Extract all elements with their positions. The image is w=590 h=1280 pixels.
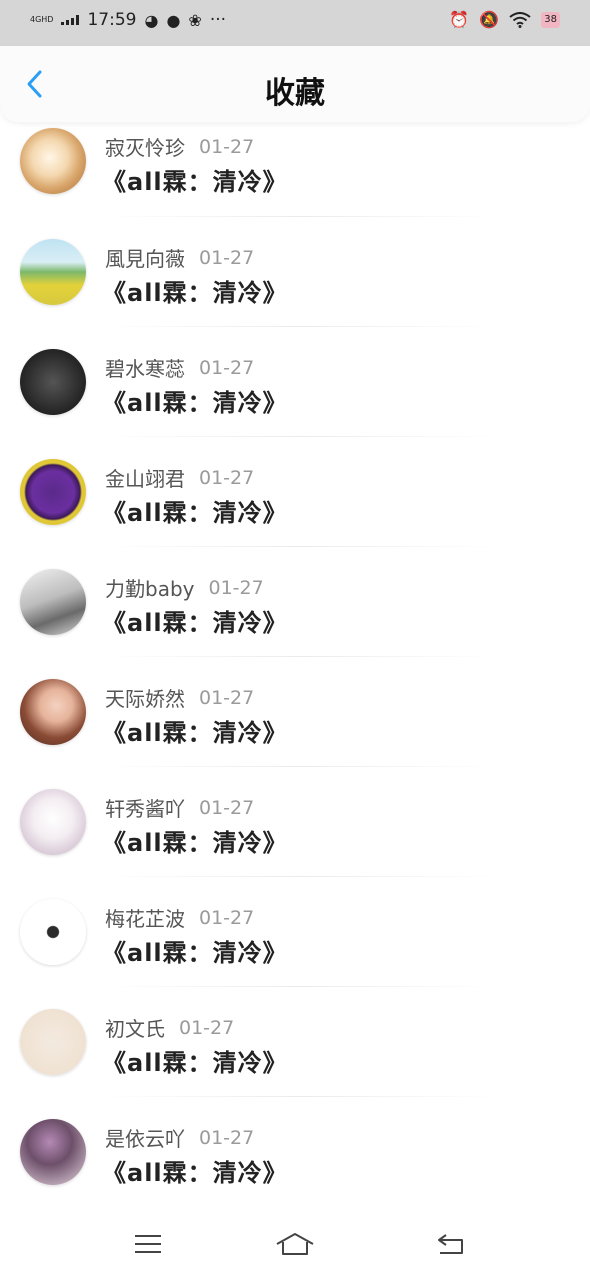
status-left: 4GHD 17:59 ◕ ● ❀ ··· [30, 10, 226, 30]
author-name: 碧水寒蕊 [105, 357, 185, 381]
story-title: 《all霖：清冷》 [102, 719, 288, 747]
favorite-date: 01-27 [199, 246, 255, 269]
author-name: 梅花芷波 [105, 907, 185, 931]
avatar[interactable] [20, 679, 86, 745]
author-name: 寂灭怜珍 [105, 136, 185, 160]
avatar[interactable] [20, 239, 86, 305]
page-title: 收藏 [265, 76, 325, 111]
favorite-date: 01-27 [199, 686, 255, 709]
story-title: 《all霖：清冷》 [102, 1159, 288, 1187]
author-name: 風見向薇 [105, 247, 185, 271]
favorite-date: 01-27 [179, 1016, 235, 1039]
avatar[interactable] [20, 128, 86, 194]
status-right: ⏰ 🔕 38 [449, 10, 560, 29]
menu-button[interactable] [128, 1228, 168, 1260]
favorite-date: 01-27 [199, 466, 255, 489]
status-bar: 4GHD 17:59 ◕ ● ❀ ··· ⏰ 🔕 38 [0, 0, 590, 46]
signal-icon [61, 15, 80, 25]
back-nav-button[interactable] [430, 1228, 470, 1260]
story-title: 《all霖：清冷》 [102, 168, 288, 196]
network-type: 4GHD [30, 15, 54, 24]
list-item[interactable]: 寂灭怜珍 01-27 《all霖：清冷》 [0, 122, 590, 217]
avatar[interactable] [20, 459, 86, 525]
menu-icon [135, 1235, 161, 1253]
more-notifications: ··· [209, 10, 227, 30]
mute-icon: 🔕 [479, 10, 500, 29]
list-item[interactable]: 碧水寒蕊 01-27 《all霖：清冷》 [0, 327, 590, 437]
time: 17:59 [87, 10, 137, 30]
story-title: 《all霖：清冷》 [102, 279, 288, 307]
list-item[interactable]: 梅花芷波 01-27 《all霖：清冷》 [0, 877, 590, 987]
list-item[interactable]: 風見向薇 01-27 《all霖：清冷》 [0, 217, 590, 327]
list-item[interactable]: 初文氏 01-27 《all霖：清冷》 [0, 987, 590, 1097]
avatar[interactable] [20, 1009, 86, 1075]
list-item[interactable]: 轩秀酱吖 01-27 《all霖：清冷》 [0, 767, 590, 877]
list-item[interactable]: 天际娇然 01-27 《all霖：清冷》 [0, 657, 590, 767]
story-title: 《all霖：清冷》 [102, 829, 288, 857]
back-icon [438, 1234, 463, 1254]
home-button[interactable] [275, 1228, 315, 1260]
favorite-date: 01-27 [199, 796, 255, 819]
avatar[interactable] [20, 1119, 86, 1185]
avatar[interactable] [20, 569, 86, 635]
author-name: 轩秀酱吖 [105, 797, 185, 821]
avatar[interactable] [20, 899, 86, 965]
author-name: 天际娇然 [105, 687, 185, 711]
story-title: 《all霖：清冷》 [102, 389, 288, 417]
fan-icon: ❀ [188, 10, 202, 30]
home-icon [276, 1233, 314, 1255]
bottom-navigation [0, 1212, 590, 1280]
favorite-date: 01-27 [199, 906, 255, 929]
avatar[interactable] [20, 349, 86, 415]
wifi-icon [509, 11, 531, 28]
author-name: 金山翊君 [105, 467, 185, 491]
story-title: 《all霖：清冷》 [102, 1049, 288, 1077]
author-name: 力勤baby [105, 577, 195, 601]
list-item[interactable]: 是依云吖 01-27 《all霖：清冷》 [0, 1097, 590, 1207]
battery-indicator: 38 [541, 11, 560, 28]
story-title: 《all霖：清冷》 [102, 609, 288, 637]
author-name: 是依云吖 [105, 1127, 185, 1151]
list-item[interactable]: 金山翊君 01-27 《all霖：清冷》 [0, 437, 590, 547]
author-name: 初文氏 [105, 1017, 165, 1041]
avatar[interactable] [20, 789, 86, 855]
favorite-date: 01-27 [208, 576, 264, 599]
weibo-icon: ◕ [144, 10, 159, 30]
favorite-date: 01-27 [199, 1126, 255, 1149]
app-icon: ● [166, 10, 181, 30]
favorite-date: 01-27 [199, 356, 255, 379]
favorite-date: 01-27 [199, 135, 255, 158]
story-title: 《all霖：清冷》 [102, 499, 288, 527]
story-title: 《all霖：清冷》 [102, 939, 288, 967]
header-bar: 收藏 [0, 46, 590, 122]
list-item[interactable]: 力勤baby 01-27 《all霖：清冷》 [0, 547, 590, 657]
favorites-list: 寂灭怜珍 01-27 《all霖：清冷》 風見向薇 01-27 《all霖：清冷… [0, 122, 590, 1212]
alarm-icon: ⏰ [449, 10, 470, 29]
